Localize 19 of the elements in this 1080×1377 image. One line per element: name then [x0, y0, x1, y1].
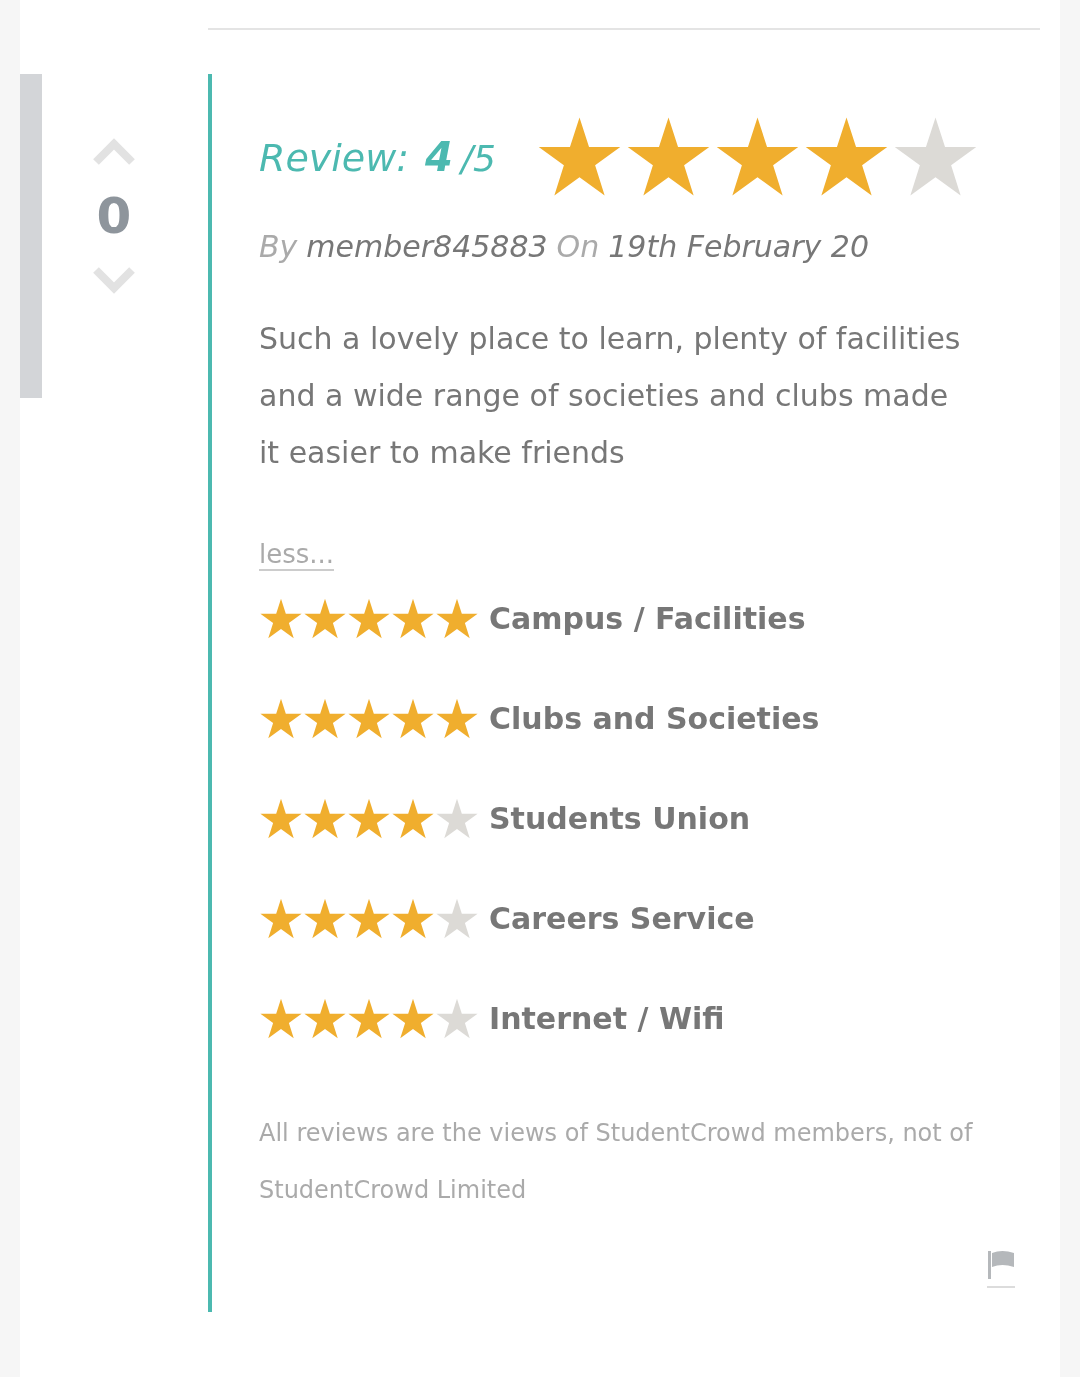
- review-text: Such a lovely place to learn, plenty of facilities and a wide range of societies and clubs made it easier to make friends: [259, 320, 962, 472]
- downvote-icon[interactable]: [92, 266, 136, 294]
- author-name: member845883: [306, 229, 548, 264]
- upvote-icon[interactable]: [92, 138, 136, 166]
- review-date: 19th February 20: [608, 229, 870, 264]
- category-name: Careers Service: [489, 900, 755, 936]
- on-label: On: [556, 229, 600, 264]
- review-out-of: /5: [460, 137, 496, 179]
- disclaimer-text: All reviews are the views of StudentCrowd members, not of StudentCrowd Limited: [259, 1118, 974, 1206]
- review-label: Review:: [259, 135, 410, 180]
- review-score: 4: [425, 133, 453, 180]
- category-name: Clubs and Societies: [489, 700, 820, 736]
- vote-count: 0: [96, 186, 132, 246]
- category-name: Campus / Facilities: [489, 600, 806, 636]
- category-name: Students Union: [489, 800, 751, 836]
- flag-icon[interactable]: [986, 1249, 1016, 1289]
- less-link[interactable]: less...: [259, 539, 335, 571]
- by-label: By: [259, 229, 298, 264]
- category-name: Internet / Wifi: [489, 1000, 725, 1036]
